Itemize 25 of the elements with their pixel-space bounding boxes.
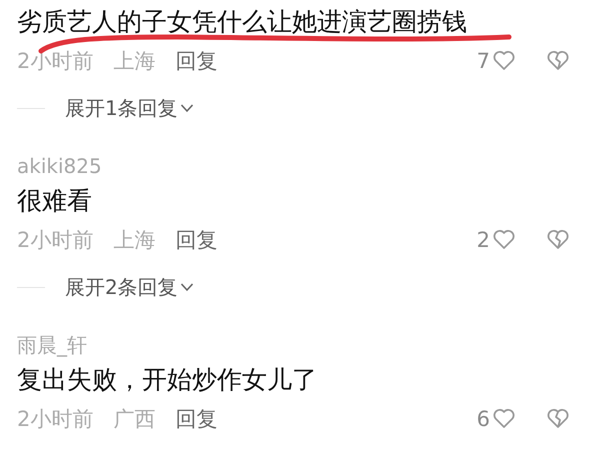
broken-heart-icon[interactable]	[546, 228, 570, 252]
broken-heart-icon[interactable]	[546, 49, 570, 73]
comment-text: 很难看	[17, 185, 92, 217]
comment-text: 复出失败，开始炒作女儿了	[17, 364, 317, 396]
location: 广西	[113, 406, 156, 433]
reply-link[interactable]: 回复	[175, 224, 218, 256]
timestamp: 2小时前	[17, 48, 94, 75]
reply-link[interactable]: 回复	[175, 403, 218, 435]
reply-link[interactable]: 回复	[175, 45, 218, 77]
broken-heart-icon[interactable]	[546, 407, 570, 431]
heart-icon[interactable]	[492, 228, 516, 252]
chevron-down-icon[interactable]	[180, 103, 194, 113]
expand-replies-button[interactable]: 展开2条回复	[65, 271, 194, 303]
like-count: 7	[476, 48, 490, 75]
location: 上海	[113, 48, 156, 75]
location: 上海	[113, 227, 156, 254]
comment-text: 劣质艺人的子女凭什么让她进演艺圈捞钱	[17, 6, 467, 38]
heart-icon[interactable]	[492, 407, 516, 431]
heart-icon[interactable]	[492, 49, 516, 73]
timestamp: 2小时前	[17, 406, 94, 433]
chevron-down-icon[interactable]	[180, 282, 194, 292]
like-count: 2	[476, 227, 490, 254]
timestamp: 2小时前	[17, 227, 94, 254]
expand-replies-button[interactable]: 展开1条回复	[65, 92, 194, 124]
like-count: 6	[476, 406, 490, 433]
